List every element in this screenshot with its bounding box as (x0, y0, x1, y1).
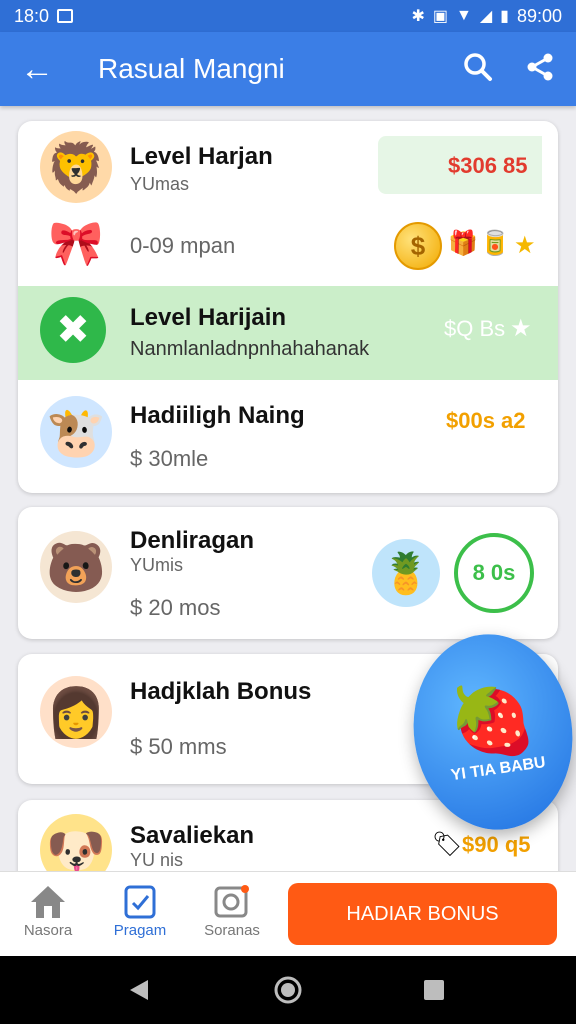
list-item[interactable]: 🎀 0-09 mpan $ 🎁 🥫 ★ (18, 211, 558, 286)
wifi-icon: ▼ (455, 7, 472, 24)
vibrate-icon: ▣ (432, 8, 448, 25)
home-icon (8, 884, 88, 922)
back-arrow-icon[interactable]: ← (20, 52, 64, 86)
nav-program[interactable]: Pragam (100, 884, 180, 939)
lion-avatar-icon: 🦁 (40, 131, 112, 203)
search-icon[interactable] (462, 51, 494, 88)
reward-card[interactable]: 🐻 Denliragan YUmis $ 20 mos 🍍 8 0s (18, 507, 558, 639)
star-icon: ★ (514, 232, 536, 259)
camera-icon (192, 884, 272, 922)
coin-icon: $ (394, 222, 442, 270)
recents-icon[interactable] (422, 978, 446, 1007)
item-title: Denliragan (130, 527, 255, 554)
gallery-notification-icon (57, 9, 74, 23)
item-amount: $Q Bs (444, 316, 506, 341)
checklist-icon (100, 884, 180, 922)
home-circle-icon[interactable] (274, 976, 302, 1009)
list-item[interactable]: 🐮 Hadiiligh Naing $ 30mle $00s a2 (18, 380, 558, 493)
nav-camera[interactable]: Soranas (192, 884, 272, 939)
bow-icon: 🎀 (48, 219, 104, 268)
can-icon: 🥫 (480, 230, 510, 257)
item-subtitle: YUmis (130, 555, 183, 575)
star-icon: ★ (510, 315, 532, 342)
bottom-navigation: Nasora Pragam Soranas HADIAR BONUS (0, 871, 576, 956)
item-amount: 8 0s (472, 560, 516, 585)
item-title: Level Harjan (130, 143, 273, 170)
battery-icon: ▮ (500, 8, 509, 25)
item-title: Hadiiligh Naing (130, 402, 305, 429)
dog-avatar-icon: 🐶 (40, 814, 112, 871)
item-subtitle: Nanmlanladnpnhahahanak (130, 338, 370, 360)
item-subtitle: YUmas (130, 174, 190, 194)
item-price: 0-09 mpan (130, 233, 236, 258)
nav-home[interactable]: Nasora (8, 884, 88, 939)
status-clock: 89:00 (516, 5, 562, 26)
item-price: $ 30mle (130, 446, 209, 471)
girl-avatar-icon: 👩 (40, 676, 112, 748)
chat-bubble-icon: ✖ (40, 297, 106, 363)
list-item[interactable]: 🦁 Level Harjan YUmas $306 85 (18, 121, 558, 211)
bluetooth-icon: ✱ (411, 8, 425, 25)
system-navigation-bar (0, 956, 576, 1024)
bear-avatar-icon: 🐻 (40, 531, 112, 603)
nav-label: Soranas (204, 922, 260, 939)
item-amount: $00s a2 (446, 408, 526, 433)
item-title: Level Harijain (130, 304, 287, 331)
pineapple-icon: 🍍 (372, 539, 440, 607)
cow-avatar-icon: 🐮 (40, 396, 112, 468)
tag-icon: 🏷 (432, 831, 463, 858)
claim-bonus-button[interactable]: HADIAR BONUS (288, 883, 557, 945)
page-title: Rasual Mangni (98, 53, 285, 84)
item-title: Savaliekan (130, 822, 255, 849)
nav-label: Nasora (23, 922, 73, 939)
status-bar: 18:0 ✱ ▣ ▼ ◢ ▮ 89:00 (0, 0, 576, 32)
status-time: 18:0 (14, 5, 50, 26)
reward-card: 🦁 Level Harjan YUmas $306 85 🎀 0-09 mpan… (18, 121, 558, 493)
amount-badge: 8 0s (454, 533, 534, 613)
list-item-highlighted[interactable]: ✖ Level Harijain Nanmlanladnpnhahahanak … (18, 286, 558, 380)
nav-label: Pragam (113, 922, 167, 939)
item-price: $ 20 mos (130, 595, 221, 620)
strawberry-icon: 🍓 (442, 675, 540, 765)
item-amount: $90 q5 (462, 832, 531, 857)
app-bar: ← Rasual Mangni (0, 32, 576, 106)
item-amount: $306 85 (448, 153, 528, 178)
gift-icon: 🎁 (448, 230, 478, 257)
share-icon[interactable] (524, 51, 556, 88)
item-subtitle: YU nis (130, 850, 184, 870)
back-icon[interactable] (128, 978, 152, 1007)
item-price: $ 50 mms (130, 734, 227, 759)
signal-icon: ◢ (479, 8, 493, 25)
item-title: Hadjklah Bonus (130, 678, 312, 705)
